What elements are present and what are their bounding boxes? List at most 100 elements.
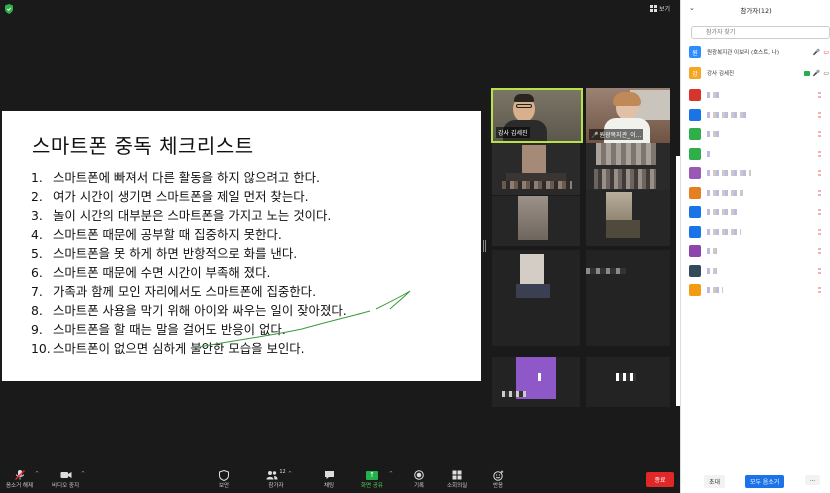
participant-row[interactable] (689, 245, 829, 257)
participants-panel: ⌄ 참가자(12) ⌕ 원 원광복지관 이보리 (호스트, 나) 🎤 ▭ 강 강… (680, 0, 830, 493)
avatar (689, 147, 701, 160)
checklist-item: 7. 가족과 함께 모인 자리에서도 스마트폰에 집중한다. (31, 282, 347, 301)
checklist-item: 1. 스마트폰에 빠져서 다른 활동을 하지 않으려고 한다. (31, 168, 347, 187)
participant-row[interactable] (689, 147, 829, 160)
participant-row[interactable] (689, 225, 829, 238)
participant-status-icons (818, 170, 821, 178)
checklist-text: 놀이 시간의 대부분은 스마트폰을 가지고 노는 것이다. (53, 208, 332, 223)
checklist-number: 3. (31, 208, 43, 223)
participant-status-icons (818, 209, 821, 217)
participant-status-icons (818, 189, 821, 198)
chevron-up-icon[interactable]: ^ (389, 471, 393, 477)
participant-status-icons (818, 131, 821, 139)
checklist-number: 5. (31, 246, 43, 261)
checklist-number: 7. (31, 284, 43, 299)
video-tile-speaker[interactable]: 강사 김세진 (491, 88, 583, 143)
checklist-text: 스마트폰 때문에 수면 시간이 부족해 졌다. (53, 265, 271, 280)
checklist-item: 8. 스마트폰 사용을 막기 위해 아이와 싸우는 일이 잦아졌다. (31, 301, 347, 320)
security-button[interactable]: 보안 (217, 469, 231, 489)
mic-muted-icon (13, 469, 27, 481)
checklist-item: 4. 스마트폰 때문에 공부할 때 집중하지 못한다. (31, 225, 347, 244)
participant-name-blurred (707, 111, 747, 118)
checklist-item: 6. 스마트폰 때문에 수면 시간이 부족해 졌다. (31, 263, 347, 282)
checklist-text: 가족과 함께 모인 자리에서도 스마트폰에 집중한다. (53, 284, 317, 299)
participant-status-icons (818, 150, 821, 159)
video-tile-name: 🎤원광복지관_이... (589, 129, 644, 140)
panel-title: 참가자(12) (740, 7, 772, 15)
video-tile[interactable] (586, 357, 670, 407)
video-tile[interactable] (586, 190, 670, 246)
mic-muted-icon: 🎤 (812, 49, 821, 56)
unmute-button[interactable]: 음소거 해제 ^ (6, 469, 39, 489)
participant-row[interactable] (689, 284, 829, 296)
avatar (689, 167, 701, 179)
checklist-text: 스마트폰에 빠져서 다른 활동을 하지 않으려고 한다. (53, 170, 320, 185)
mic-icon: 🎤 (812, 70, 821, 77)
participant-name-blurred (707, 92, 721, 98)
emoji-icon (491, 469, 505, 481)
participant-row[interactable] (689, 167, 829, 179)
chevron-up-icon[interactable]: ^ (81, 471, 85, 477)
avatar (689, 186, 701, 199)
zoom-meeting-window: 보기 스마트폰 중독 체크리스트 1. 스마트폰에 빠져서 다른 활동을 하지 않… (0, 0, 830, 493)
end-meeting-button[interactable]: 종료 (646, 472, 674, 487)
reactions-button[interactable]: 반응 (491, 469, 505, 489)
participant-row[interactable] (689, 264, 829, 277)
video-tile[interactable] (492, 143, 580, 195)
video-tile-second[interactable]: 🎤원광복지관_이... (586, 88, 670, 143)
avatar (689, 128, 701, 140)
video-tile[interactable] (586, 250, 670, 346)
participant-row[interactable] (689, 186, 829, 199)
participant-row[interactable] (689, 108, 829, 121)
invite-button[interactable]: 초대 (704, 475, 726, 488)
participant-name-blurred (707, 150, 713, 157)
shield-icon (217, 469, 231, 481)
checklist-number: 9. (31, 322, 43, 337)
video-tile[interactable] (586, 143, 670, 195)
participant-name-blurred (707, 209, 737, 215)
checklist: 1. 스마트폰에 빠져서 다른 활동을 하지 않으려고 한다. 2. 여가 시간이 생… (31, 168, 347, 358)
checklist-text: 스마트폰을 못 하게 하면 반항적으로 화를 낸다. (53, 246, 298, 261)
breakout-rooms-button[interactable]: 소회의실 (447, 469, 467, 489)
checklist-text: 스마트폰이 없으면 심하게 불안한 모습을 보인다. (53, 341, 305, 356)
video-tile[interactable] (492, 250, 580, 346)
chat-button[interactable]: 채팅 (322, 469, 336, 489)
chevron-up-icon[interactable]: ^ (35, 471, 39, 477)
mute-all-button[interactable]: 모두 음소거 (745, 475, 785, 488)
participant-row-host[interactable]: 원 원광복지관 이보리 (호스트, 나) 🎤 ▭ (689, 46, 829, 58)
avatar (689, 89, 701, 101)
share-screen-button[interactable]: ↑ 화면 공유 ^ (361, 469, 393, 489)
avatar (689, 225, 701, 238)
chat-icon (322, 469, 336, 481)
checklist-item: 5. 스마트폰을 못 하게 하면 반항적으로 화를 낸다. (31, 244, 347, 263)
participant-row-cohost[interactable]: 강 강사 김세진 🎤 ▭ (689, 67, 829, 79)
participant-name-blurred (707, 189, 743, 196)
participants-button[interactable]: 12 참가자 ^ (266, 469, 292, 489)
participant-status-icons (818, 267, 821, 276)
cohost-status-icons: 🎤 ▭ (803, 70, 829, 77)
shield-icon[interactable] (5, 4, 13, 14)
participant-status-icons (818, 111, 821, 120)
view-button[interactable]: 보기 (650, 4, 670, 13)
participant-row[interactable] (689, 89, 829, 101)
chevron-up-icon[interactable]: ^ (288, 471, 292, 477)
checklist-number: 4. (31, 227, 43, 242)
participant-search-input[interactable] (691, 26, 830, 39)
video-tile[interactable] (492, 196, 580, 246)
participants-icon: 12 (266, 469, 286, 481)
record-button[interactable]: 기록 (412, 469, 426, 489)
view-button-label: 보기 (659, 6, 671, 13)
checklist-number: 1. (31, 170, 43, 185)
avatar (689, 245, 701, 257)
participant-row[interactable] (689, 206, 829, 218)
split-resize-handle[interactable] (483, 240, 486, 252)
grid-icon (650, 5, 657, 12)
participant-name: 원광복지관 이보리 (호스트, 나) (707, 50, 780, 56)
checklist-text: 스마트폰을 할 때는 말을 걸어도 반응이 없다. (53, 322, 286, 337)
more-options-button[interactable]: ... (805, 475, 821, 485)
checklist-text: 여가 시간이 생기면 스마트폰을 제일 먼저 찾는다. (53, 189, 309, 204)
participant-row[interactable] (689, 128, 829, 140)
avatar: 강 (689, 67, 701, 79)
video-stop-button[interactable]: 비디오 중지 ^ (52, 469, 85, 489)
video-tile[interactable] (492, 357, 580, 407)
